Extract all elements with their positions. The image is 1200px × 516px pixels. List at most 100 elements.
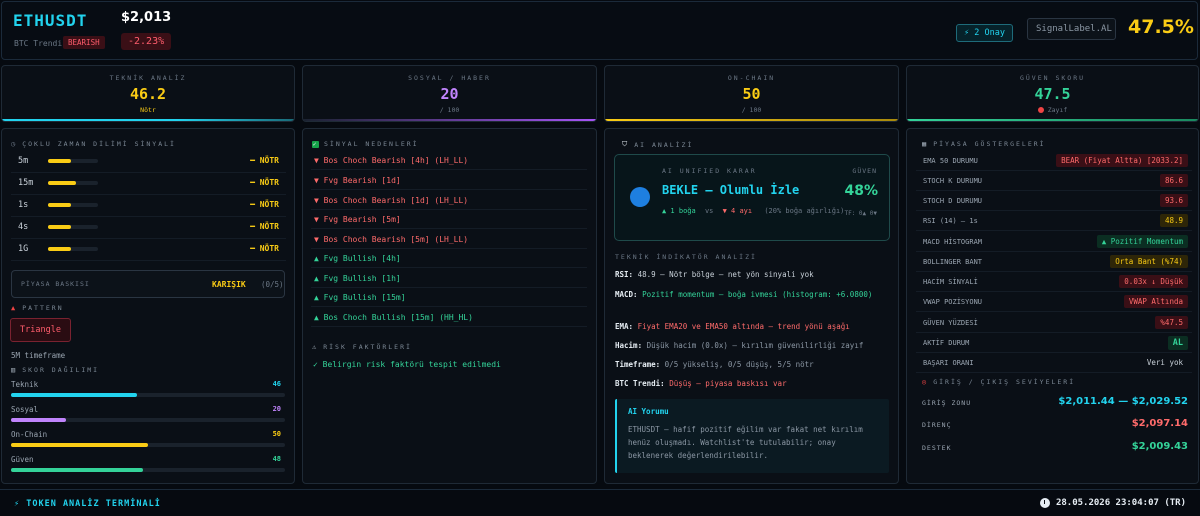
panel-title-text: PİYASA GÖSTERGELERİ (933, 140, 1046, 148)
indicator-row: AKTİF DURUM AL (916, 333, 1192, 353)
indicator-row-label: MACD HİSTOGRAM (923, 238, 983, 246)
ai-votes: ▲ 1 boğa vs ▼ 4 ayı (20% boğa ağırlığı) (662, 207, 844, 215)
indicator-label: EMA: (615, 322, 634, 331)
signal-reason-item: ▼ Bos Choch Bearish [1d] (LH_LL) (311, 191, 587, 210)
timeframe-bar-fill (48, 225, 71, 229)
score-card-title: GÜVEN SKORU (1019, 74, 1086, 82)
signal-reason-item: ▲ Fvg Bullish [4h] (311, 249, 587, 268)
timeframe-row: 15m ━ NÖTR (11, 173, 286, 195)
votes-weight-note: (20% boğa ağırlığı) (764, 207, 845, 215)
signal-reason-item: ▼ Fvg Bearish [1d] (311, 171, 587, 190)
ai-confidence-caption: GÜVEN (852, 167, 877, 175)
indicator-row-badge: AL (1167, 336, 1188, 350)
indicator-label: RSI: (615, 270, 634, 279)
bull-votes: ▲ 1 boğa (662, 207, 696, 215)
timeframe-signal: ━ NÖTR (250, 222, 279, 231)
score-dist-track (11, 418, 285, 422)
indicator-row: BAŞARI ORANI Veri yok (916, 353, 1192, 373)
panel-title-text: PATTERN (22, 304, 64, 312)
market-pressure-box: PİYASA BASKISI KARIŞIK (0/5) (11, 270, 285, 298)
indicator-row: MACD HİSTOGRAM ▲ Pozitif Momentum (916, 232, 1192, 252)
clock-icon (1039, 498, 1050, 508)
panel-title-text: AI ANALİZİ (634, 140, 694, 149)
market-pressure-value: KARIŞIK (212, 280, 246, 289)
score-card-confidence: GÜVEN SKORU 47.5 Zayıf (906, 65, 1199, 122)
score-card-sub-text: Zayıf (1047, 106, 1068, 114)
indicator-row: VWAP POZİSYONU VWAP Altında (916, 292, 1192, 312)
table-icon: ▦ (922, 140, 929, 148)
panel-title: ◎ GİRİŞ / ÇIKIŞ SEVİYELERİ (922, 378, 1075, 386)
score-dist-track (11, 393, 285, 397)
indicator-text: Düşük hacim (0.0x) — kırılım güvenilirli… (646, 341, 864, 350)
score-dist-value: 50 (272, 430, 281, 438)
score-card-value: 50 (742, 85, 761, 103)
indicator-row-label: VWAP POZİSYONU (923, 298, 983, 306)
indicator-row-badge: 86.6 (1159, 174, 1188, 187)
ai-decision-text: BEKLE — Olumlu İzle (662, 183, 800, 197)
timeframe-bar-fill (48, 247, 71, 251)
timeframe-row: 4s ━ NÖTR (11, 217, 286, 239)
panel-title: ▥ SKOR DAĞILIMI (11, 366, 99, 374)
timeframe-bar-fill (48, 203, 71, 207)
score-card-value: 47.5 (1034, 85, 1071, 103)
score-card-sub: / 100 (439, 106, 460, 114)
signal-reason-item: ▼ Fvg Bearish [5m] (311, 210, 587, 229)
signal-reason-item: ▼ Bos Choch Bearish [5m] (LH_LL) (311, 230, 587, 249)
timeframe-label: 1s (18, 200, 29, 210)
score-dist-label: Sosyal (11, 405, 39, 414)
votes-vs: vs (704, 207, 714, 215)
indicator-label: MACD: (615, 290, 638, 299)
indicator-line: BTC Trendi: Düşüş — piyasa baskısı var (615, 379, 787, 388)
indicator-row-label: AKTİF DURUM (923, 339, 970, 347)
indicator-line: Timeframe: 0/5 yükseliş, 0/5 düşüş, 5/5 … (615, 360, 814, 369)
indicator-row-label: HACİM SİNYALİ (923, 278, 978, 286)
score-dist-value: 20 (272, 405, 281, 413)
footer-datetime-text: 28.05.2026 23:04:07 (TR) (1055, 498, 1186, 508)
btc-trend-badge: BEARISH (63, 36, 105, 49)
level-value: $2,011.44 — $2,029.52 (1058, 396, 1188, 407)
chart-icon: ▥ (11, 366, 18, 374)
decision-dot-icon (630, 187, 650, 207)
market-pressure-count: (0/5) (261, 280, 284, 289)
timeframe-label: 4s (18, 222, 29, 232)
indicator-label: BTC Trendi: (615, 379, 665, 388)
market-pressure-label: PİYASA BASKISI (21, 280, 90, 288)
level-label: GİRİŞ ZONU (922, 399, 972, 407)
signal-reasons-panel: ✓ SİNYAL NEDENLERİ ▼ Bos Choch Bearish [… (302, 128, 597, 484)
shield-icon: ⛉ (622, 140, 630, 148)
score-card-accent (303, 119, 596, 121)
ai-analysis-panel: ⛉ AI ANALİZİ AI UNIFIED KARAR GÜVEN BEKL… (604, 128, 899, 484)
indicator-row: EMA 50 DURUMU BEAR (Fiyat Altta) [2033.2] (916, 151, 1192, 171)
indicator-row-label: STOCH K DURUMU (923, 177, 983, 185)
status-dot-icon (1037, 107, 1044, 113)
warning-icon: ⚠ (312, 343, 319, 351)
score-dist-fill (11, 468, 143, 472)
timeframe-signal: ━ NÖTR (250, 156, 279, 165)
score-card-title: TEKNİK ANALİZ (109, 74, 187, 82)
signal-label-box: SignalLabel.AL (1027, 18, 1116, 40)
bear-votes: ▼ 4 ayı (722, 207, 753, 215)
timeframe-signal: ━ NÖTR (250, 200, 279, 209)
timeframe-bar-track (48, 181, 98, 185)
indicator-analysis-title: TEKNİK İNDİKATÖR ANALİZİ (615, 253, 757, 261)
score-dist-label: Güven (11, 455, 34, 464)
timeframe-bar-track (48, 203, 98, 207)
price-change-badge: -2.23% (121, 33, 172, 50)
ai-decision-box: AI UNIFIED KARAR GÜVEN BEKLE — Olumlu İz… (614, 154, 890, 241)
footer-title: ⚡ TOKEN ANALİZ TERMİNALİ (14, 499, 161, 509)
panel-title-text: RİSK FAKTÖRLERİ (323, 343, 412, 351)
signal-reason-item: ▲ Fvg Bullish [1h] (311, 269, 587, 288)
indicator-line: Hacim: Düşük hacim (0.0x) — kırılım güve… (615, 341, 863, 350)
header-bar: ETHUSDT $2,013 BTC Trendi: BEARISH -2.23… (1, 1, 1198, 60)
timeframe-bar-track (48, 159, 98, 163)
pattern-timeframe-note: 5M timeframe (11, 351, 66, 360)
level-value: $2,097.14 (1131, 418, 1188, 429)
score-dist-fill (11, 443, 148, 447)
timeframe-bar-fill (48, 159, 71, 163)
timeframe-row: 1G ━ NÖTR (11, 239, 286, 261)
timeframe-signal: ━ NÖTR (250, 178, 279, 187)
indicator-row-badge: Veri yok (1146, 358, 1183, 367)
indicator-line: RSI: 48.9 — Nötr bölge — net yön sinyali… (615, 270, 814, 279)
warning-icon: ▲ (11, 304, 18, 312)
panel-title: ◷ ÇOKLU ZAMAN DİLİMİ SİNYALİ (11, 140, 176, 148)
